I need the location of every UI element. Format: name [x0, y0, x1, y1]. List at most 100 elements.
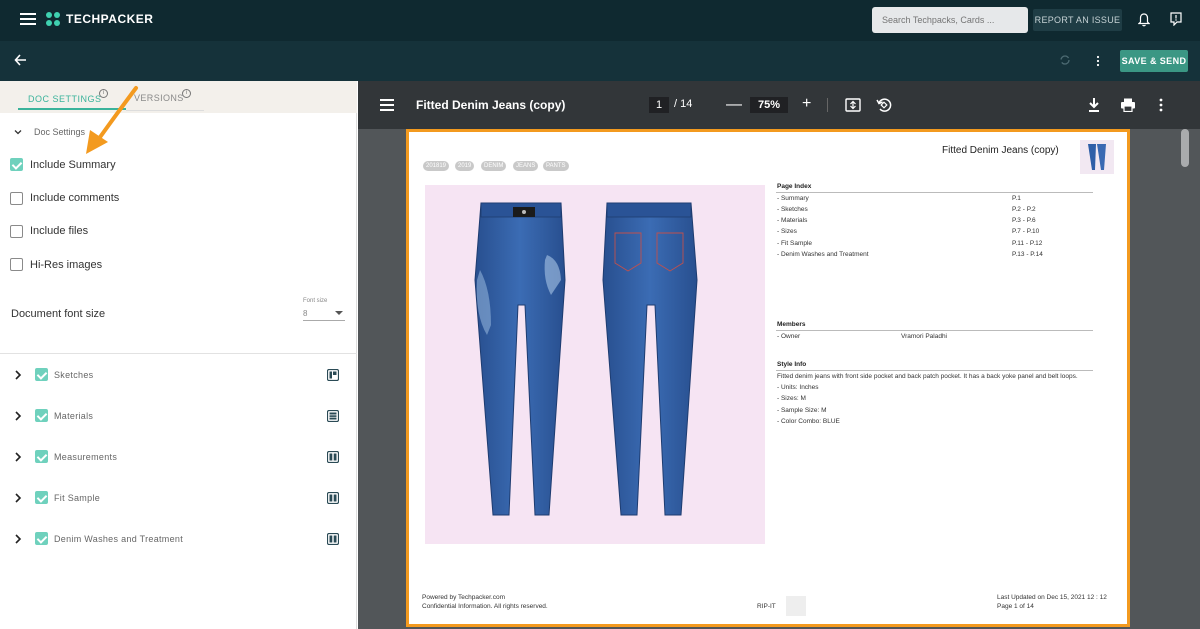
section-sketches-label: Sketches: [54, 370, 94, 380]
layout-2col-icon[interactable]: [327, 451, 339, 463]
footer-page: Page 1 of 14: [997, 603, 1034, 610]
member-role: - Owner: [777, 333, 801, 340]
action-bar: [0, 41, 1200, 81]
page-total: / 14: [674, 98, 693, 110]
callout-arrow-icon: [86, 86, 138, 154]
style-info-line: - Sample Size: M: [777, 407, 827, 414]
more-options-icon[interactable]: [1158, 98, 1164, 112]
footer-code: RIP-IT: [757, 603, 776, 610]
zoom-out-button[interactable]: —: [726, 97, 742, 113]
style-info-title: Style Info: [777, 361, 807, 368]
chevron-right-icon[interactable]: [14, 534, 22, 544]
materials-checkbox[interactable]: [35, 409, 48, 422]
style-info-line: - Color Combo: BLUE: [777, 418, 840, 425]
index-name: - Sizes: [777, 228, 797, 235]
footer-updated: Last Updated on Dec 15, 2021 12 : 12: [997, 594, 1107, 601]
denim-washes-checkbox[interactable]: [35, 532, 48, 545]
index-name: - Denim Washes and Treatment: [777, 251, 869, 258]
page-index-title: Page Index: [777, 183, 812, 190]
chevron-right-icon[interactable]: [14, 370, 22, 380]
footer-powered: Powered by Techpacker.com: [422, 594, 505, 601]
brand-name: TECHPACKER: [66, 12, 154, 26]
tag: 201819: [423, 161, 450, 171]
style-info-line: - Sizes: M: [777, 395, 806, 402]
index-pages: P.13 - P.14: [1012, 251, 1043, 258]
members-title: Members: [777, 321, 806, 328]
index-pages: P.2 - P.2: [1012, 206, 1036, 213]
rotate-icon[interactable]: [876, 97, 892, 113]
include-comments-label: Include comments: [30, 192, 120, 204]
qr-placeholder: [786, 596, 806, 616]
fit-sample-checkbox[interactable]: [35, 491, 48, 504]
chevron-down-icon[interactable]: [14, 128, 22, 136]
font-size-mini-label: Font size: [303, 298, 328, 304]
caret-down-icon[interactable]: [335, 311, 343, 315]
section-measurements-label: Measurements: [54, 452, 118, 462]
tag: PANTS: [543, 161, 569, 171]
hi-res-images-checkbox[interactable]: [10, 258, 23, 271]
search-input[interactable]: [872, 7, 1028, 33]
more-options-icon[interactable]: [1095, 55, 1101, 67]
save-send-button[interactable]: SAVE & SEND: [1120, 50, 1188, 72]
layout-3col-icon[interactable]: [327, 369, 339, 381]
bell-icon[interactable]: [1138, 13, 1150, 27]
info-icon[interactable]: i: [182, 89, 191, 98]
layout-2col-icon[interactable]: [327, 492, 339, 504]
layout-2col-icon[interactable]: [327, 533, 339, 545]
tag: 2019: [455, 161, 475, 171]
include-summary-label: Include Summary: [30, 159, 116, 171]
include-comments-checkbox[interactable]: [10, 192, 23, 205]
doc-settings-heading: Doc Settings: [34, 127, 86, 137]
chevron-right-icon[interactable]: [14, 452, 22, 462]
include-summary-checkbox[interactable]: [10, 158, 23, 171]
document-title: Fitted Denim Jeans (copy): [942, 145, 1059, 156]
zoom-input[interactable]: 75%: [750, 97, 788, 113]
index-pages: P.7 - P.10: [1012, 228, 1040, 235]
style-info-line: - Units: Inches: [777, 384, 819, 391]
toolbar-separator: [827, 98, 828, 112]
index-name: - Summary: [777, 195, 809, 202]
back-arrow-icon[interactable]: [14, 52, 28, 68]
feedback-icon[interactable]: [1170, 12, 1182, 26]
index-name: - Materials: [777, 217, 808, 224]
logo-icon: [46, 12, 60, 26]
include-files-checkbox[interactable]: [10, 225, 23, 238]
divider: [0, 353, 357, 354]
font-size-label: Document font size: [11, 308, 106, 320]
scrollbar-thumb[interactable]: [1181, 129, 1189, 167]
index-pages: P.1: [1012, 195, 1021, 202]
chevron-right-icon[interactable]: [14, 411, 22, 421]
menu-icon[interactable]: [380, 99, 394, 111]
include-files-label: Include files: [30, 225, 89, 237]
index-name: - Fit Sample: [777, 240, 813, 247]
section-fit-sample-label: Fit Sample: [54, 493, 101, 503]
section-denim-washes-label: Denim Washes and Treatment: [54, 534, 184, 544]
page-number-input[interactable]: 1: [649, 97, 669, 113]
fit-page-icon[interactable]: [845, 98, 861, 112]
sync-icon[interactable]: [1059, 54, 1071, 66]
grid-icon[interactable]: [327, 410, 339, 422]
pdf-title: Fitted Denim Jeans (copy): [416, 98, 566, 112]
product-image: [425, 185, 765, 544]
tag: DENIM: [481, 161, 507, 171]
member-name: Vramori Paladhi: [901, 333, 948, 340]
report-issue-button[interactable]: REPORT AN ISSUE: [1033, 9, 1122, 31]
jeans-thumbnail: [1080, 140, 1114, 174]
menu-icon[interactable]: [20, 13, 36, 27]
rule: [776, 330, 1093, 331]
zoom-in-button[interactable]: +: [802, 96, 811, 112]
hi-res-images-label: Hi-Res images: [30, 259, 103, 271]
chevron-right-icon[interactable]: [14, 493, 22, 503]
section-materials-label: Materials: [54, 411, 94, 421]
rule: [776, 192, 1093, 193]
style-info-line: Fitted denim jeans with front side pocke…: [777, 373, 1078, 380]
index-pages: P.3 - P.6: [1012, 217, 1036, 224]
rule: [776, 370, 1093, 371]
sketches-checkbox[interactable]: [35, 368, 48, 381]
measurements-checkbox[interactable]: [35, 450, 48, 463]
index-pages: P.11 - P.12: [1012, 240, 1043, 247]
tag: JEANS: [513, 161, 539, 171]
print-icon[interactable]: [1120, 98, 1136, 112]
download-icon[interactable]: [1087, 97, 1101, 113]
index-name: - Sketches: [777, 206, 808, 213]
